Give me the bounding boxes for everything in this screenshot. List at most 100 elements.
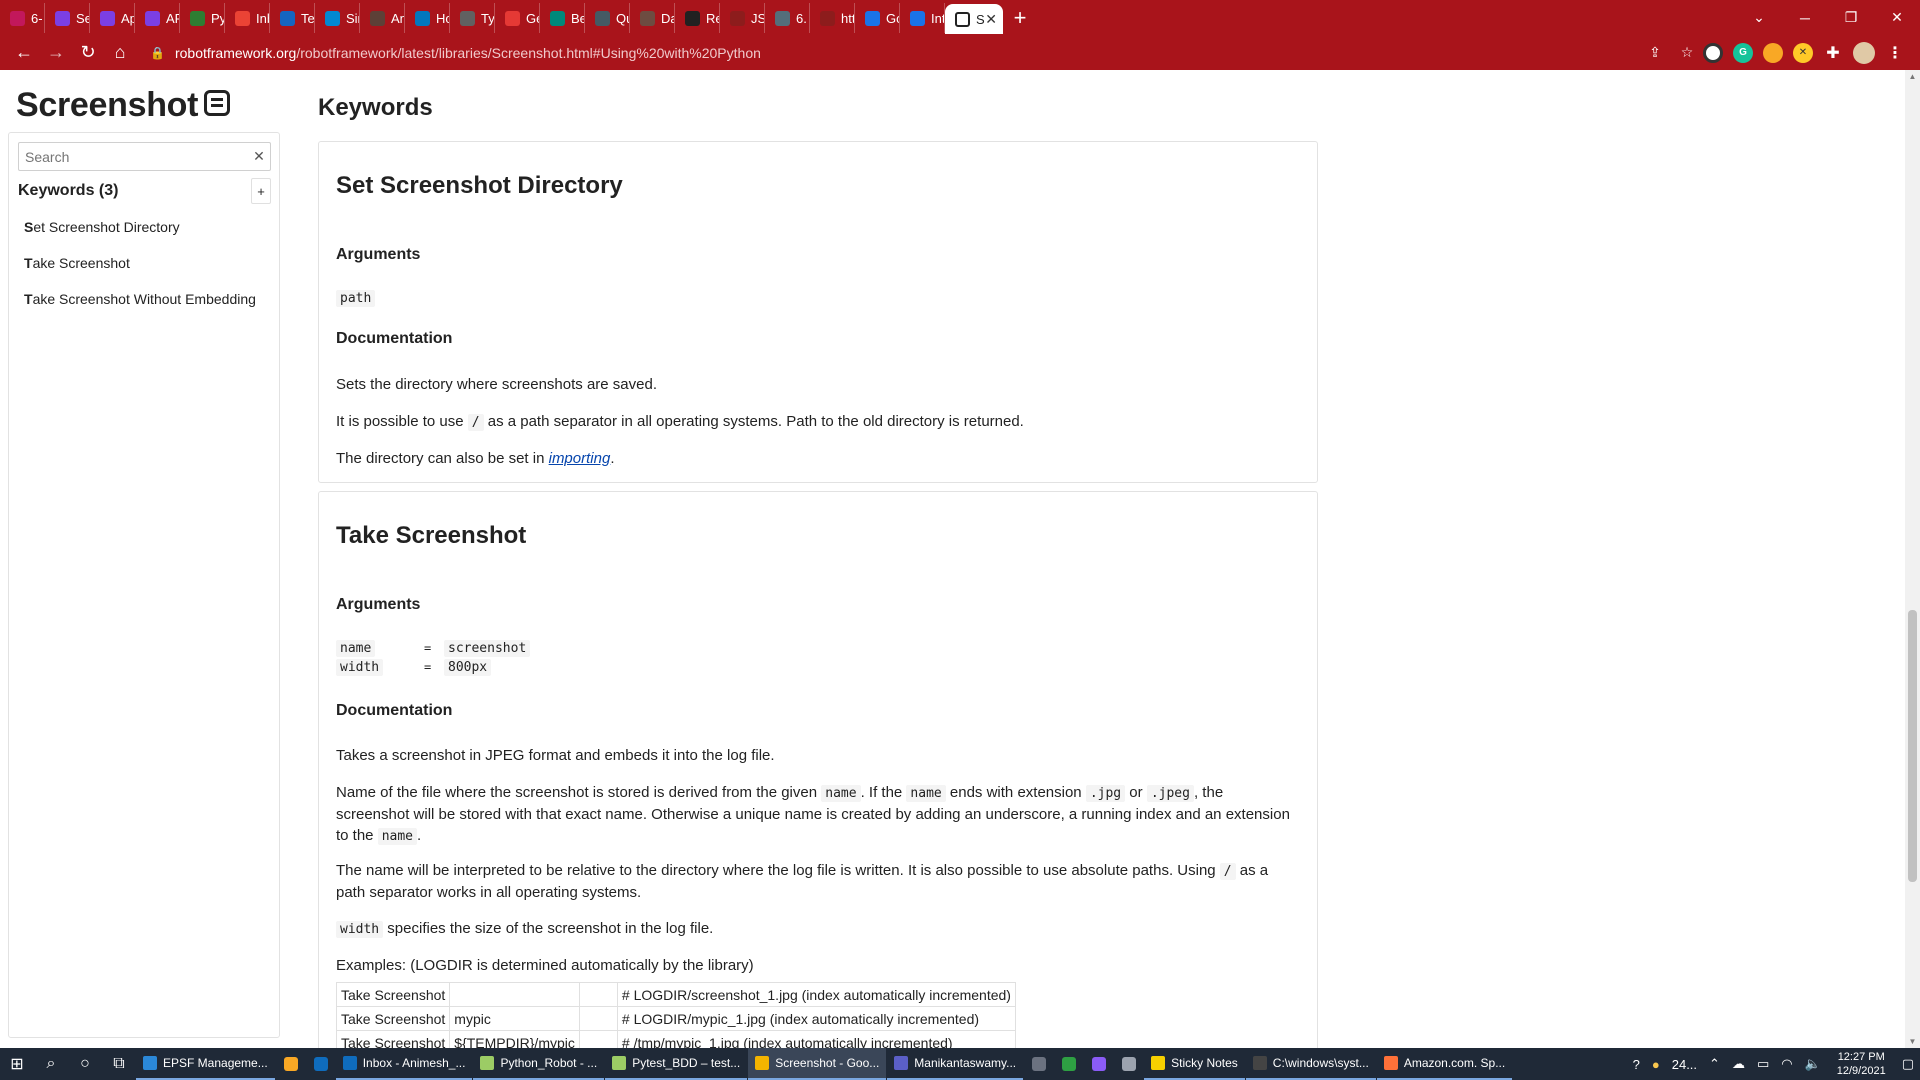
help-icon[interactable]: ? xyxy=(1633,1057,1640,1072)
taskbar-pinned-app-icon[interactable] xyxy=(1054,1048,1084,1080)
keyword-link-set-screenshot-directory[interactable]: Set Screenshot Directory xyxy=(24,218,256,254)
wifi-icon[interactable]: ◠ xyxy=(1781,1056,1792,1072)
profile-avatar[interactable] xyxy=(1853,41,1875,64)
browser-tab[interactable]: Introd xyxy=(900,3,945,33)
scroll-down-icon[interactable]: ▼ xyxy=(1908,1037,1917,1046)
close-tab-icon[interactable]: ✕ xyxy=(985,11,997,28)
tab-label: Gettin xyxy=(526,10,539,26)
taskbar-app[interactable]: C:\windows\syst... xyxy=(1245,1048,1376,1080)
search-input[interactable] xyxy=(19,143,248,170)
volume-icon[interactable]: 🔈 xyxy=(1805,1056,1821,1072)
tab-label: Home xyxy=(436,10,449,26)
notifications-icon[interactable]: ▢ xyxy=(1902,1056,1914,1072)
argument-row: width = 800px xyxy=(336,657,538,676)
page-scrollbar[interactable]: ▲ ▼ xyxy=(1905,70,1920,1048)
browser-tab[interactable]: Inbox xyxy=(225,3,270,33)
taskbar-app[interactable]: Inbox - Animesh_... xyxy=(335,1048,473,1080)
taskbar-app[interactable]: Manikantaswamy... xyxy=(887,1048,1024,1080)
extension-circle-icon[interactable] xyxy=(1703,42,1723,63)
browser-tab[interactable]: Anime xyxy=(360,3,405,33)
restore-button[interactable]: ❐ xyxy=(1828,0,1874,35)
inline-code: .jpg xyxy=(1085,785,1126,802)
clock[interactable]: 12:27 PM 12/9/2021 xyxy=(1837,1050,1886,1078)
onedrive-icon[interactable]: ☁ xyxy=(1732,1056,1745,1072)
home-button[interactable]: ⌂ xyxy=(104,37,136,69)
taskbar-app[interactable]: Sticky Notes xyxy=(1144,1048,1245,1080)
browser-tab[interactable]: Gettin xyxy=(495,3,540,33)
windows-start-icon[interactable]: ⊞ xyxy=(0,1048,34,1080)
importing-link[interactable]: importing xyxy=(549,450,611,467)
tab-label: Simika xyxy=(346,10,359,26)
tab-label: Behav xyxy=(571,10,584,26)
puzzle-extensions-icon[interactable]: ✚ xyxy=(1823,43,1843,63)
table-cell: mypic xyxy=(449,1006,580,1031)
back-button[interactable]: ← xyxy=(8,37,40,69)
browser-tab[interactable]: Reqre xyxy=(675,3,720,33)
browser-tab[interactable]: Quick xyxy=(585,3,630,33)
minimize-button[interactable]: ─ xyxy=(1782,0,1828,35)
chevron-down-icon[interactable]: ⌄ xyxy=(1736,0,1782,35)
browser-tab[interactable]: 6. Pag xyxy=(765,3,810,33)
weather-icon[interactable]: ● xyxy=(1652,1057,1660,1072)
browser-tab[interactable]: Test ca xyxy=(270,3,315,33)
browser-tab[interactable]: Behav xyxy=(540,3,585,33)
taskbar-pinned-app-icon[interactable] xyxy=(306,1048,336,1080)
argument-row: name = screenshot xyxy=(336,638,538,657)
more-menu-icon[interactable]: ⋮ xyxy=(1885,43,1905,63)
tab-favicon-icon xyxy=(775,10,790,26)
tab-favicon-icon xyxy=(10,10,25,26)
browser-tab[interactable]: Pytho xyxy=(180,3,225,33)
keyword-name[interactable]: Take Screenshot xyxy=(336,522,526,550)
battery-icon[interactable]: ▭ xyxy=(1757,1056,1769,1072)
browser-tab[interactable]: Seleni xyxy=(45,3,90,33)
taskbar-pinned-app-icon[interactable] xyxy=(1084,1048,1114,1080)
keyword-name[interactable]: Set Screenshot Directory xyxy=(336,172,623,200)
address-bar[interactable]: 🔒 robotframework.org/robotframework/late… xyxy=(144,39,1626,67)
browser-tab[interactable]: Typing xyxy=(450,3,495,33)
extension-flame-icon[interactable] xyxy=(1763,42,1783,63)
new-tab-button[interactable]: + xyxy=(1003,3,1037,33)
reload-button[interactable]: ↻ xyxy=(72,37,104,69)
browser-tab[interactable]: Home xyxy=(405,3,450,33)
taskbar-app[interactable]: Amazon.com. Sp... xyxy=(1376,1048,1513,1080)
cortana-icon[interactable]: ○ xyxy=(68,1048,102,1080)
browser-tab[interactable]: 6- Pip xyxy=(0,3,45,33)
browser-tab[interactable]: API Te xyxy=(135,3,180,33)
windows-taskbar: ⊞ ⌕ ○ ⧉ EPSF Manageme... Inbox - Animesh_… xyxy=(0,1048,1920,1080)
grammarly-icon[interactable]: G xyxy=(1733,42,1753,63)
forward-button[interactable]: → xyxy=(40,37,72,69)
keyword-link-take-screenshot-without-embedding[interactable]: Take Screenshot Without Embedding xyxy=(24,290,256,326)
task-view-icon[interactable]: ⧉ xyxy=(102,1048,136,1080)
clear-search-icon[interactable]: ✕ xyxy=(248,148,270,165)
browser-tab[interactable]: JSONF xyxy=(720,3,765,33)
tab-favicon-icon xyxy=(280,10,295,26)
bookmark-star-icon[interactable]: ☆ xyxy=(1676,42,1698,64)
taskbar-app[interactable]: Pytest_BDD – test... xyxy=(605,1048,748,1080)
browser-tab[interactable]: Googl xyxy=(855,3,900,33)
app-icon xyxy=(755,1056,770,1070)
keyword-link-take-screenshot[interactable]: Take Screenshot xyxy=(24,254,256,290)
share-icon[interactable]: ⇪ xyxy=(1644,42,1666,64)
browser-tab[interactable]: Dashb xyxy=(630,3,675,33)
scroll-up-icon[interactable]: ▲ xyxy=(1908,72,1917,81)
browser-tab[interactable]: Simika xyxy=(315,3,360,33)
extension-x-icon[interactable]: ✕ xyxy=(1793,42,1813,63)
active-tab[interactable]: Sc ✕ xyxy=(945,4,1003,34)
taskbar-pinned-app-icon[interactable] xyxy=(1024,1048,1054,1080)
chevron-up-icon[interactable]: ⌃ xyxy=(1709,1056,1720,1072)
taskbar-app[interactable]: Python_Robot - ... xyxy=(473,1048,605,1080)
weather-temp[interactable]: 24... xyxy=(1672,1057,1697,1072)
search-icon[interactable]: ⌕ xyxy=(34,1048,68,1080)
taskbar-app[interactable]: Screenshot - Goo... xyxy=(748,1048,887,1080)
tab-favicon-icon xyxy=(145,10,160,26)
taskbar-pinned-app-icon[interactable] xyxy=(276,1048,306,1080)
browser-tab[interactable]: Appiu xyxy=(90,3,135,33)
taskbar-app[interactable]: EPSF Manageme... xyxy=(136,1048,275,1080)
keyword-initial: S xyxy=(24,219,34,235)
browser-tab[interactable]: httpbi xyxy=(810,3,855,33)
table-cell xyxy=(578,982,618,1007)
expand-toggle-button[interactable]: + xyxy=(251,178,271,204)
scrollbar-thumb[interactable] xyxy=(1908,610,1917,882)
close-window-button[interactable]: ✕ xyxy=(1874,0,1920,35)
taskbar-pinned-app-icon[interactable] xyxy=(1114,1048,1144,1080)
